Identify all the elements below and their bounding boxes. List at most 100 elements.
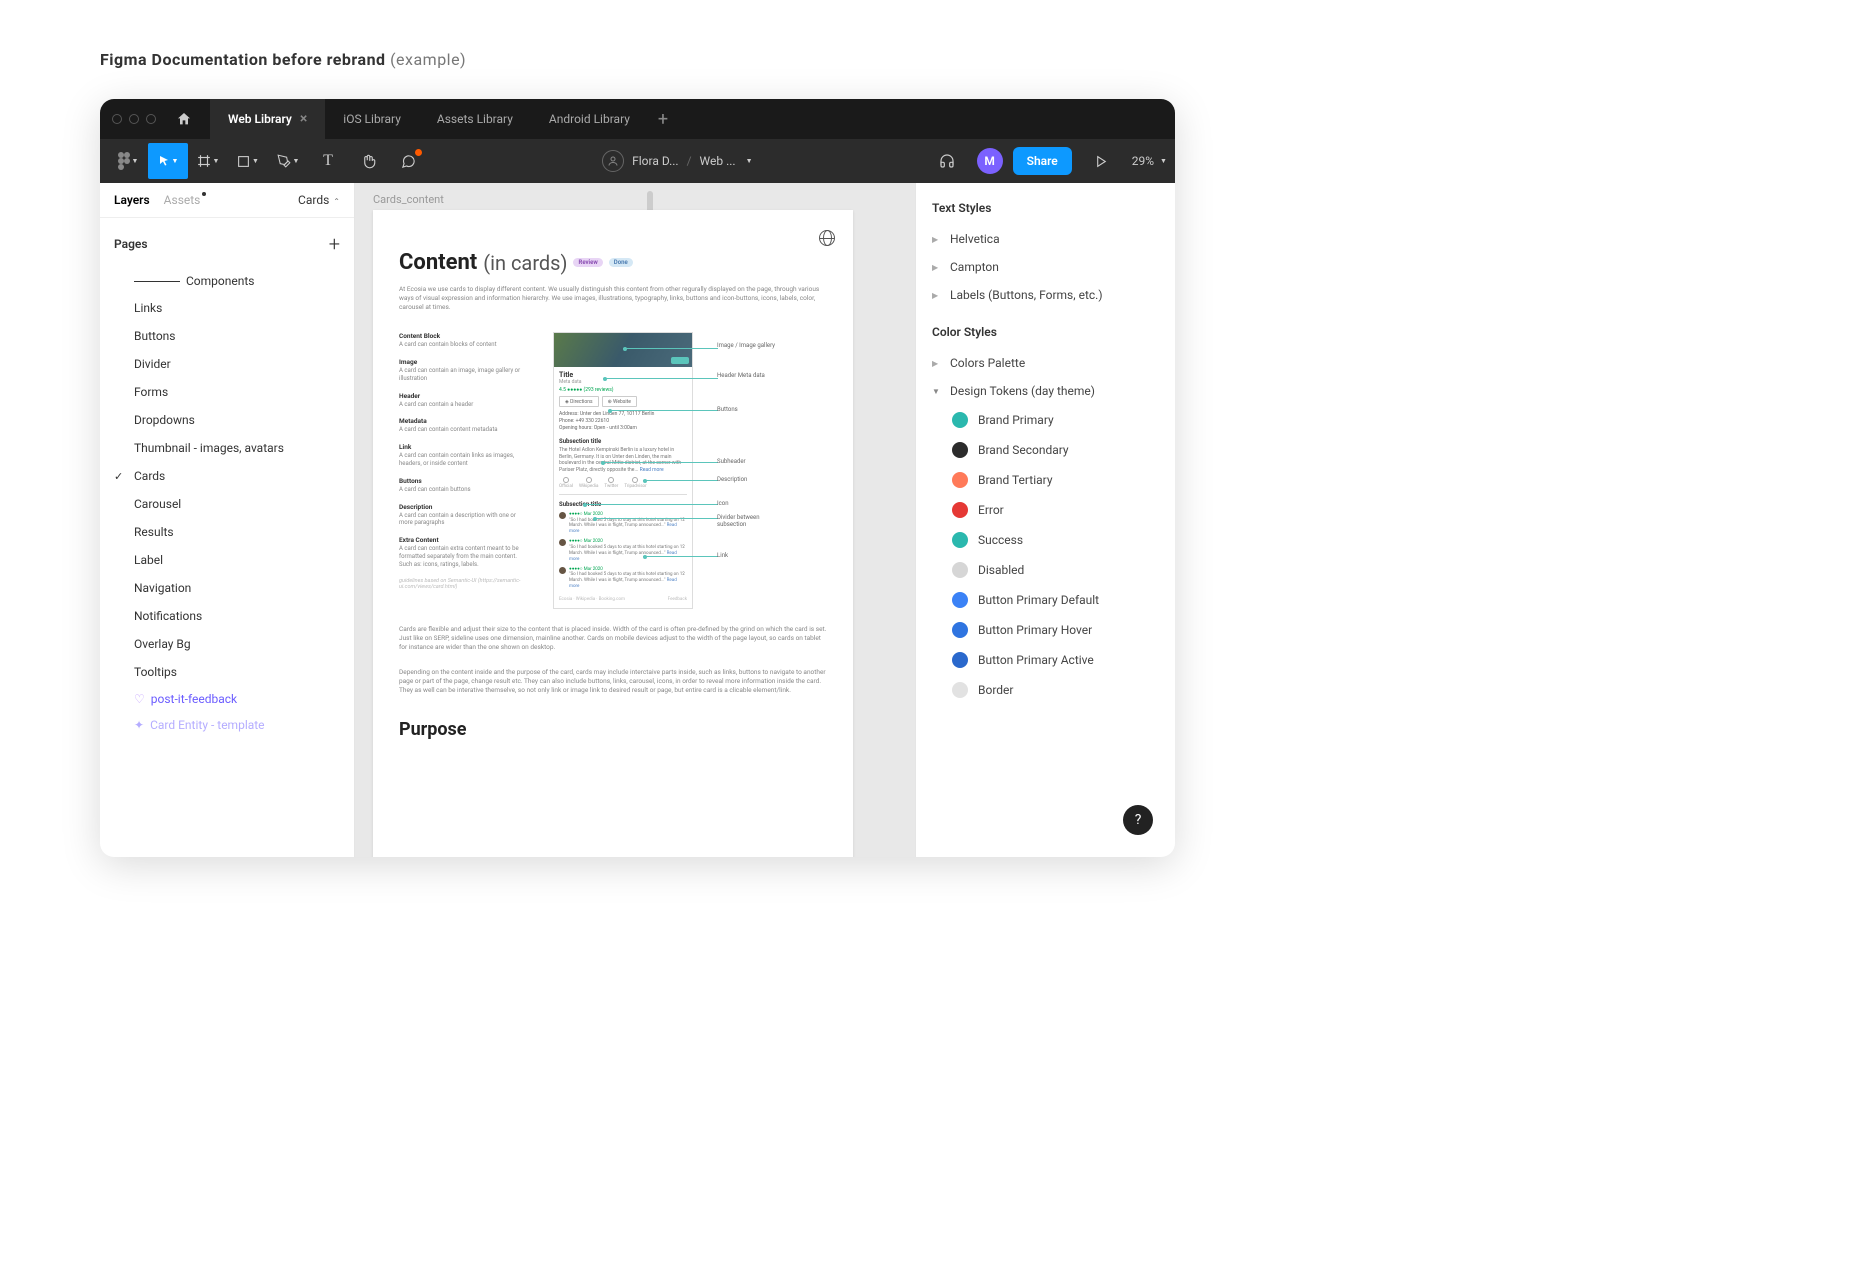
tab-android-library[interactable]: Android Library <box>531 99 648 139</box>
page-dropdown[interactable]: Cards⌃ <box>298 193 340 207</box>
chevron-down-icon[interactable]: ▼ <box>746 157 753 165</box>
page-item-results[interactable]: Results <box>100 518 354 546</box>
move-tool[interactable]: ▼ <box>148 143 188 179</box>
color-token-item[interactable]: Error <box>916 495 1175 525</box>
help-button[interactable]: ? <box>1123 805 1153 835</box>
color-group-tokens[interactable]: ▼Design Tokens (day theme) <box>916 377 1175 405</box>
paragraph-2: Depending on the content inside and the … <box>399 668 827 695</box>
color-token-item[interactable]: Brand Secondary <box>916 435 1175 465</box>
anno-icon: Icon <box>717 500 729 507</box>
share-button[interactable]: Share <box>1013 147 1072 175</box>
page-item-label[interactable]: Label <box>100 546 354 574</box>
frame-cards-content[interactable]: Content (in cards) Review Done At Ecosia… <box>373 210 853 857</box>
figma-menu-icon[interactable]: ▼ <box>108 143 148 179</box>
definition: MetadataA card can contain content metad… <box>399 417 529 434</box>
window-controls[interactable] <box>112 114 156 124</box>
page-heading: Figma Documentation before rebrand <box>100 50 386 69</box>
pill-done: Done <box>609 258 633 267</box>
home-icon[interactable] <box>176 111 192 127</box>
add-tab-button[interactable]: + <box>648 109 678 130</box>
pen-tool[interactable]: ▼ <box>268 143 308 179</box>
page-item-divider[interactable]: Divider <box>100 350 354 378</box>
add-page-button[interactable]: + <box>329 232 340 256</box>
definition: ImageA card can contain an image, image … <box>399 358 529 383</box>
card-description: The Hotel Adlon Kempinski Berlin is a lu… <box>559 447 687 473</box>
page-post-it-feedback[interactable]: ♡post-it-feedback <box>100 686 354 712</box>
purpose-heading: Purpose <box>399 719 827 740</box>
page-heading-suffix: (example) <box>390 50 466 69</box>
close-dot[interactable] <box>112 114 122 124</box>
shape-tool[interactable]: ▼ <box>228 143 268 179</box>
page-card-entity-template[interactable]: ✦Card Entity - template <box>100 712 354 738</box>
comment-tool[interactable] <box>388 143 428 179</box>
user-avatar[interactable]: M <box>977 148 1003 174</box>
color-token-item[interactable]: Button Primary Active <box>916 645 1175 675</box>
page-item-thumbnail-images-avatars[interactable]: Thumbnail - images, avatars <box>100 434 354 462</box>
hand-tool[interactable] <box>348 143 388 179</box>
breadcrumb[interactable]: Flora D... / Web ... ▼ <box>602 150 752 172</box>
maximize-dot[interactable] <box>146 114 156 124</box>
page-list: Components LinksButtonsDividerFormsDropd… <box>100 266 354 857</box>
text-style-item[interactable]: ▶Labels (Buttons, Forms, etc.) <box>916 281 1175 309</box>
card-demo: Title Meta data 4.5 ●●●●● (293 reviews) … <box>553 332 693 609</box>
breadcrumb-file[interactable]: Web ... <box>700 154 736 168</box>
color-group-palette[interactable]: ▶Colors Palette <box>916 349 1175 377</box>
heart-icon: ♡ <box>134 692 145 706</box>
present-icon[interactable] <box>1082 143 1122 179</box>
page-item-buttons[interactable]: Buttons <box>100 322 354 350</box>
panel-tab-assets[interactable]: Assets <box>164 193 201 207</box>
text-style-item[interactable]: ▶Helvetica <box>916 225 1175 253</box>
color-token-item[interactable]: Border <box>916 675 1175 705</box>
color-token-item[interactable]: Success <box>916 525 1175 555</box>
color-token-item[interactable]: Brand Tertiary <box>916 465 1175 495</box>
guideline-note: guidelines based on Semantic-UI (https:/… <box>399 578 529 590</box>
tab-ios-library[interactable]: iOS Library <box>325 99 419 139</box>
text-styles-heading: Text Styles <box>916 197 1175 225</box>
panel-tab-layers[interactable]: Layers <box>114 193 150 207</box>
tab-assets-library[interactable]: Assets Library <box>419 99 531 139</box>
text-tool[interactable]: T <box>308 143 348 179</box>
page-item-notifications[interactable]: Notifications <box>100 602 354 630</box>
text-style-item[interactable]: ▶Campton <box>916 253 1175 281</box>
definition: ButtonsA card can contain buttons <box>399 477 529 494</box>
breadcrumb-user[interactable]: Flora D... <box>632 154 679 168</box>
intro-text: At Ecosia we use cards to display differ… <box>399 285 827 312</box>
color-token-item[interactable]: Button Primary Default <box>916 585 1175 615</box>
avatar-icon <box>602 150 624 172</box>
zoom-level[interactable]: 29%▼ <box>1132 154 1167 168</box>
color-token-item[interactable]: Brand Primary <box>916 405 1175 435</box>
page-item-tooltips[interactable]: Tooltips <box>100 658 354 686</box>
card-directions-button: ◈ Directions <box>559 396 599 407</box>
pill-review: Review <box>573 258 602 267</box>
page-item-cards[interactable]: Cards <box>100 462 354 490</box>
file-tabs: Web Library× iOS Library Assets Library … <box>210 99 678 139</box>
app-window: Web Library× iOS Library Assets Library … <box>100 99 1175 857</box>
color-token-item[interactable]: Button Primary Hover <box>916 615 1175 645</box>
definition: Content BlockA card can contain blocks o… <box>399 332 529 349</box>
card-icon-row: Official Wikipedia Twitter Tripadvisor <box>559 477 687 489</box>
page-item-forms[interactable]: Forms <box>100 378 354 406</box>
tab-web-library[interactable]: Web Library× <box>210 99 325 139</box>
headphones-icon[interactable] <box>927 143 967 179</box>
anno-description: Description <box>717 476 747 483</box>
titlebar: Web Library× iOS Library Assets Library … <box>100 99 1175 139</box>
close-icon[interactable]: × <box>300 111 307 127</box>
card-website-button: ⊕ Website <box>602 396 637 407</box>
content-heading-paren: (in cards) <box>483 251 567 275</box>
definition: Extra ContentA card can contain extra co… <box>399 536 529 568</box>
notification-dot <box>415 149 422 156</box>
page-item-navigation[interactable]: Navigation <box>100 574 354 602</box>
anno-buttons: Buttons <box>717 406 738 413</box>
frame-tool[interactable]: ▼ <box>188 143 228 179</box>
page-item-overlay-bg[interactable]: Overlay Bg <box>100 630 354 658</box>
canvas[interactable]: Cards_content Content (in cards) Review … <box>355 183 915 857</box>
page-item-carousel[interactable]: Carousel <box>100 490 354 518</box>
definition: LinkA card can contain contain links as … <box>399 443 529 468</box>
page-item-links[interactable]: Links <box>100 294 354 322</box>
anno-link: Link <box>717 552 728 559</box>
definition: DescriptionA card can contain a descript… <box>399 503 529 528</box>
page-item-dropdowns[interactable]: Dropdowns <box>100 406 354 434</box>
color-token-item[interactable]: Disabled <box>916 555 1175 585</box>
frame-label[interactable]: Cards_content <box>373 193 897 206</box>
minimize-dot[interactable] <box>129 114 139 124</box>
